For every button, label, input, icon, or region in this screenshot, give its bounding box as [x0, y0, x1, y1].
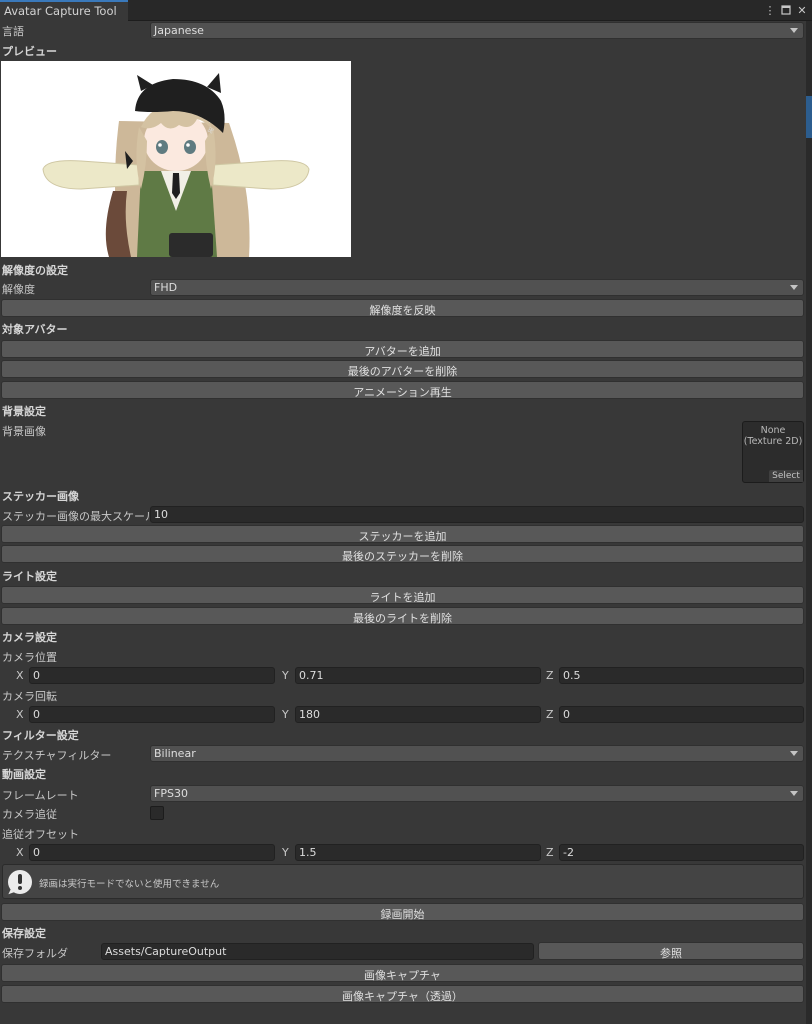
stickers-header: ステッカー画像: [2, 490, 79, 503]
resolution-label: 解像度: [2, 283, 35, 296]
language-label: 言語: [2, 25, 24, 38]
camera-position-label: カメラ位置: [2, 651, 57, 664]
save-folder-label: 保存フォルダ: [2, 947, 68, 960]
record-warning-text: 録画は実行モードでないと使用できません: [39, 879, 220, 890]
camera-position-x-field[interactable]: 0: [29, 667, 275, 684]
texture-select-button[interactable]: Select: [769, 470, 803, 482]
add-avatar-button[interactable]: アバターを追加: [1, 340, 804, 358]
scroll-edge: [806, 21, 812, 1024]
background-texture-slot[interactable]: None (Texture 2D) Select: [742, 421, 804, 483]
texture-filter-value: Bilinear: [154, 747, 196, 760]
chevron-down-icon: [790, 285, 798, 290]
language-value: Japanese: [154, 24, 204, 37]
sticker-max-scale-label: ステッカー画像の最大スケール: [2, 510, 156, 523]
framerate-dropdown[interactable]: FPS30: [150, 785, 804, 802]
preview-header: プレビュー: [2, 45, 57, 58]
save-header: 保存設定: [2, 927, 46, 940]
follow-offset-x-field[interactable]: 0: [29, 844, 275, 861]
window-tab-title: Avatar Capture Tool: [4, 4, 117, 18]
avatars-header: 対象アバター: [2, 323, 68, 336]
lights-header: ライト設定: [2, 570, 57, 583]
follow-offset-x-label: X: [16, 846, 24, 859]
remove-last-sticker-button[interactable]: 最後のステッカーを削除: [1, 545, 804, 563]
texture-filter-dropdown[interactable]: Bilinear: [150, 745, 804, 762]
camera-follow-checkbox[interactable]: [150, 806, 164, 820]
start-recording-button[interactable]: 録画開始: [1, 903, 804, 921]
resolution-value: FHD: [154, 281, 178, 294]
camera-position-z-label: Z: [546, 669, 554, 682]
camera-rotation-z-label: Z: [546, 708, 554, 721]
close-icon[interactable]: ✕: [796, 3, 808, 17]
camera-position-z-field[interactable]: 0.5: [559, 667, 804, 684]
chevron-down-icon: [790, 751, 798, 756]
camera-rotation-x-label: X: [16, 708, 24, 721]
camera-header: カメラ設定: [2, 631, 57, 644]
sticker-max-scale-field[interactable]: 10: [150, 506, 804, 523]
browse-folder-button[interactable]: 参照: [538, 942, 804, 960]
filter-header: フィルター設定: [2, 729, 79, 742]
warning-speech-icon: [8, 870, 32, 897]
avatar-preview-image: ꕤ: [1, 61, 351, 257]
resolution-header: 解像度の設定: [2, 264, 68, 277]
follow-offset-z-field[interactable]: -2: [559, 844, 804, 861]
background-header: 背景設定: [2, 405, 46, 418]
play-animation-button[interactable]: アニメーション再生: [1, 381, 804, 399]
window-controls: ⋮ ✕: [764, 3, 808, 17]
window-tab[interactable]: Avatar Capture Tool: [0, 0, 128, 21]
capture-image-button[interactable]: 画像キャプチャ: [1, 964, 804, 982]
avatar-illustration: ꕤ: [42, 73, 310, 257]
follow-offset-label: 追従オフセット: [2, 828, 79, 841]
chevron-down-icon: [790, 28, 798, 33]
follow-offset-y-field[interactable]: 1.5: [295, 844, 541, 861]
texture-slot-value: None: [760, 425, 786, 436]
remove-last-light-button[interactable]: 最後のライトを削除: [1, 607, 804, 625]
add-light-button[interactable]: ライトを追加: [1, 586, 804, 604]
kebab-menu-icon[interactable]: ⋮: [764, 3, 776, 17]
camera-follow-label: カメラ追従: [2, 808, 57, 821]
camera-rotation-y-label: Y: [282, 708, 289, 721]
camera-rotation-y-field[interactable]: 180: [295, 706, 541, 723]
capture-transparent-button[interactable]: 画像キャプチャ（透過）: [1, 985, 804, 1003]
texture-slot-type: (Texture 2D): [743, 436, 803, 447]
window-titlebar: Avatar Capture Tool ⋮ ✕: [0, 0, 812, 21]
record-warning-box: 録画は実行モードでないと使用できません: [2, 864, 804, 899]
chevron-down-icon: [790, 791, 798, 796]
save-folder-field[interactable]: Assets/CaptureOutput: [101, 943, 534, 960]
edge-highlight: [806, 96, 812, 138]
camera-rotation-x-field[interactable]: 0: [29, 706, 275, 723]
camera-rotation-z-field[interactable]: 0: [559, 706, 804, 723]
texture-filter-label: テクスチャフィルター: [2, 749, 112, 762]
remove-last-avatar-button[interactable]: 最後のアバターを削除: [1, 360, 804, 378]
language-dropdown[interactable]: Japanese: [150, 22, 804, 39]
add-sticker-button[interactable]: ステッカーを追加: [1, 525, 804, 543]
background-image-label: 背景画像: [2, 425, 46, 438]
follow-offset-z-label: Z: [546, 846, 554, 859]
camera-position-x-label: X: [16, 669, 24, 682]
apply-resolution-button[interactable]: 解像度を反映: [1, 299, 804, 317]
framerate-value: FPS30: [154, 787, 188, 800]
camera-position-y-label: Y: [282, 669, 289, 682]
follow-offset-y-label: Y: [282, 846, 289, 859]
framerate-label: フレームレート: [2, 789, 79, 802]
video-header: 動画設定: [2, 768, 46, 781]
camera-rotation-label: カメラ回転: [2, 690, 57, 703]
maximize-icon[interactable]: [780, 3, 792, 17]
resolution-dropdown[interactable]: FHD: [150, 279, 804, 296]
camera-position-y-field[interactable]: 0.71: [295, 667, 541, 684]
